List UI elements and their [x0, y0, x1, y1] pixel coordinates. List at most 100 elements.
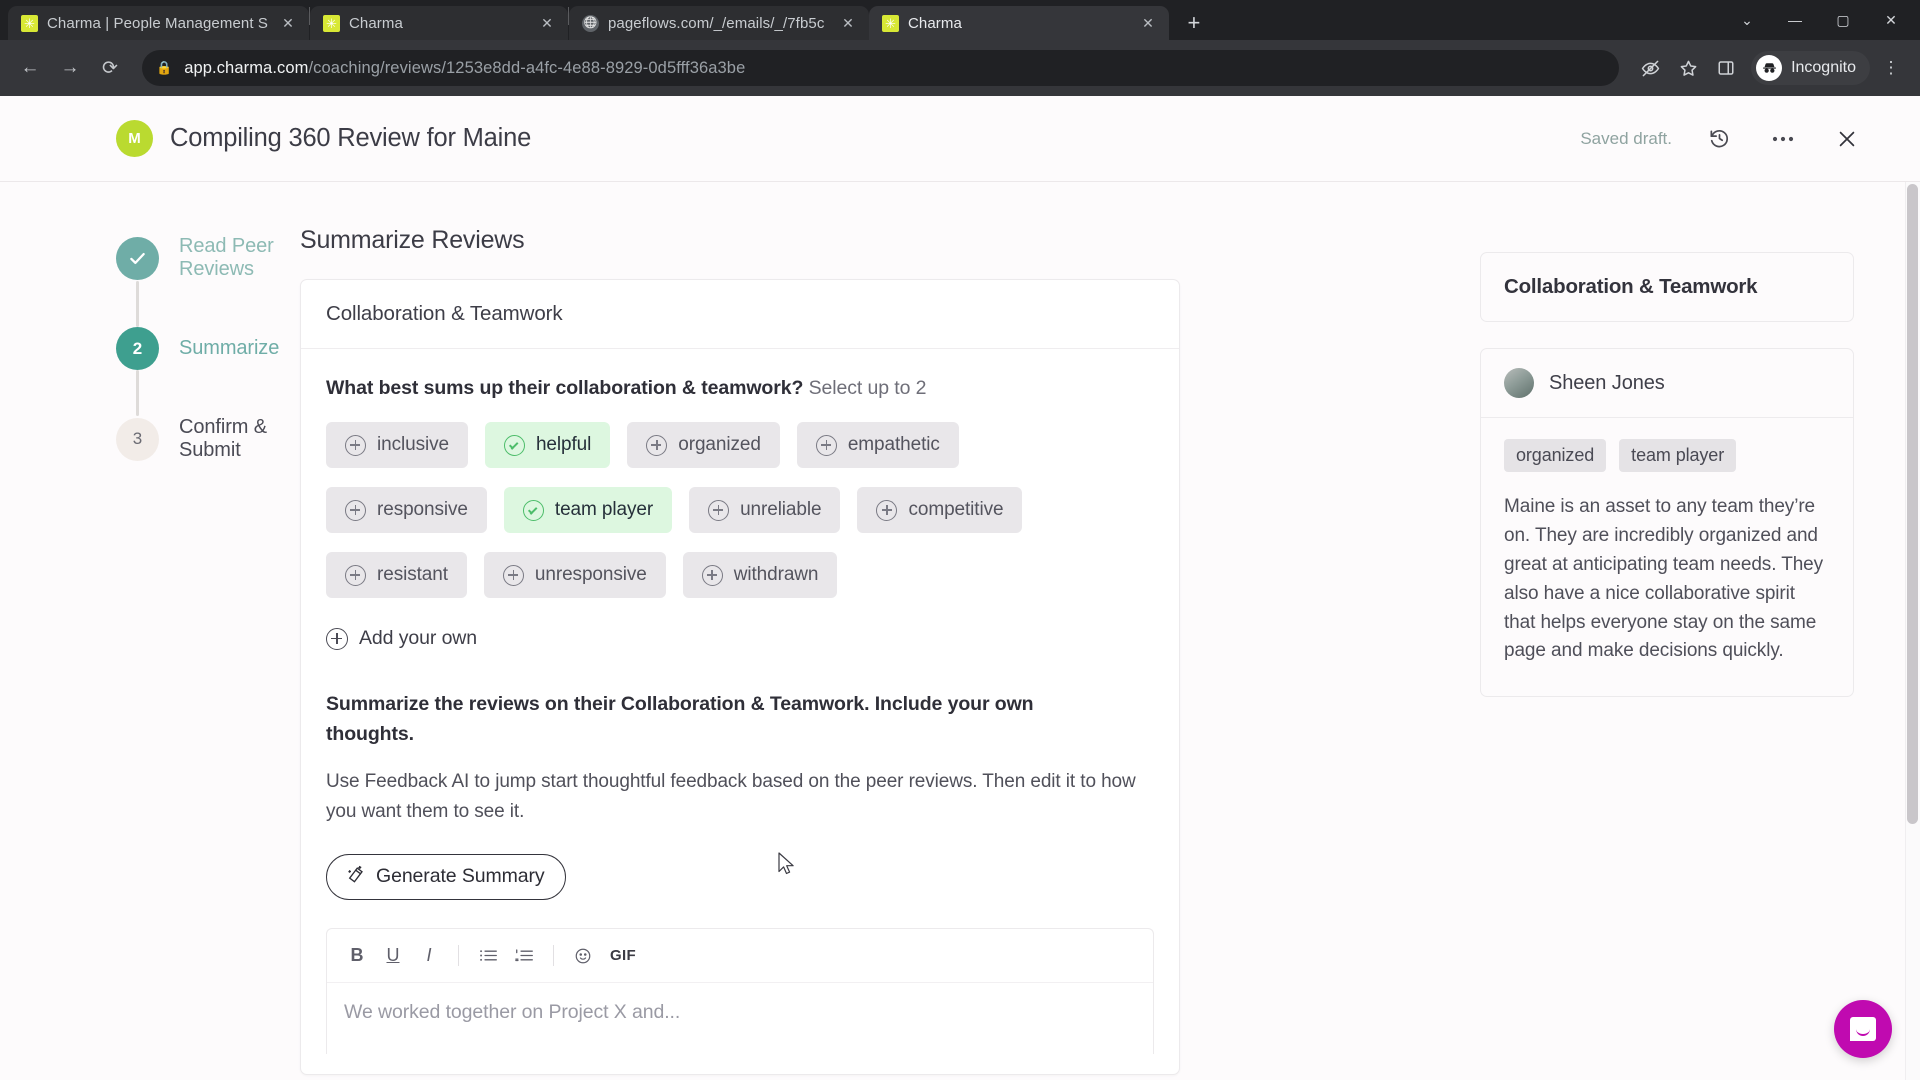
emoji-button[interactable]	[567, 941, 599, 971]
summary-prompt-description: Use Feedback AI to jump start thoughtful…	[326, 771, 1136, 822]
tab-search-icon[interactable]: ⌄	[1724, 0, 1770, 40]
panel-title: Collaboration & Teamwork	[1504, 275, 1758, 298]
window-close-button[interactable]: ✕	[1868, 0, 1914, 40]
add-your-own-label: Add your own	[359, 627, 478, 649]
numbered-list-button[interactable]	[508, 941, 540, 971]
tab-close-icon[interactable]: ✕	[1137, 12, 1159, 34]
chip-resistant[interactable]: resistant	[326, 552, 467, 598]
header-actions: Saved draft.	[1580, 122, 1864, 156]
chip-organized[interactable]: organized	[627, 422, 780, 468]
browser-tab-2[interactable]: Charma ✕	[309, 6, 568, 40]
star-icon[interactable]	[1671, 51, 1705, 85]
summary-textarea[interactable]: We worked together on Project X and...	[327, 983, 1153, 1054]
chip-withdrawn[interactable]: withdrawn	[682, 552, 838, 598]
saved-draft-status: Saved draft.	[1580, 128, 1672, 148]
chip-label: withdrawn	[733, 564, 819, 585]
chip-inclusive[interactable]: inclusive	[326, 422, 468, 468]
tab-close-icon[interactable]: ✕	[837, 12, 859, 34]
page-viewport: M Compiling 360 Review for Maine Saved d…	[0, 96, 1920, 1080]
forward-button[interactable]: →	[52, 50, 88, 86]
step-connector	[136, 281, 139, 327]
avatar: M	[116, 120, 153, 157]
chip-competitive[interactable]: competitive	[857, 487, 1023, 533]
chip-unreliable[interactable]: unreliable	[689, 487, 841, 533]
url-path: /coaching/reviews/1253e8dd-a4fc-4e88-892…	[308, 58, 746, 77]
question-main: What best sums up their collaboration & …	[326, 377, 804, 399]
browser-toolbar: ← → ⟳ 🔒 app.charma.com/coaching/reviews/…	[0, 40, 1920, 96]
tab-title: Charma	[348, 14, 403, 32]
incognito-profile-button[interactable]: Incognito	[1751, 51, 1870, 85]
charma-star-icon	[881, 14, 899, 32]
kebab-menu-icon[interactable]: ⋮	[1874, 51, 1908, 85]
step-read-peer-reviews[interactable]: Read Peer Reviews	[116, 235, 300, 281]
history-revert-icon[interactable]	[1702, 122, 1736, 156]
page-title: Compiling 360 Review for Maine	[170, 124, 532, 152]
chip-label: inclusive	[377, 434, 449, 455]
eye-off-icon[interactable]	[1633, 51, 1667, 85]
chip-empathetic[interactable]: empathetic	[796, 422, 959, 468]
chip-responsive[interactable]: responsive	[326, 487, 487, 533]
intercom-chat-launcher[interactable]	[1834, 1000, 1892, 1058]
add-your-own-button[interactable]: Add your own	[326, 621, 477, 656]
reviewer-avatar	[1504, 368, 1534, 398]
progress-stepper: Read Peer Reviews 2 Summarize 3 Confirm …	[0, 226, 300, 1080]
plus-circle-icon	[345, 434, 366, 456]
gif-button[interactable]: GIF	[603, 941, 643, 971]
page-scrollbar[interactable]	[1905, 182, 1920, 1080]
plus-circle-icon	[701, 564, 723, 586]
page-scrollbar-thumb[interactable]	[1907, 184, 1918, 824]
card-body: What best sums up their collaboration & …	[301, 349, 1179, 1074]
back-button[interactable]: ←	[12, 50, 48, 86]
peer-review-card: Sheen Jones organized team player Maine …	[1480, 348, 1854, 698]
minimize-button[interactable]: —	[1772, 0, 1818, 40]
browser-tab-1[interactable]: Charma | People Management S ✕	[8, 6, 309, 40]
step-summarize[interactable]: 2 Summarize	[116, 327, 300, 370]
url-host: app.charma.com	[184, 58, 309, 77]
chip-label: responsive	[377, 499, 468, 520]
chip-unresponsive[interactable]: unresponsive	[483, 552, 666, 598]
bulleted-list-button[interactable]	[472, 941, 504, 971]
chip-label: helpful	[535, 434, 592, 455]
check-circle-icon	[503, 434, 525, 456]
reload-button[interactable]: ⟳	[92, 50, 128, 86]
address-bar[interactable]: 🔒 app.charma.com/coaching/reviews/1253e8…	[142, 50, 1620, 86]
close-icon[interactable]	[1830, 122, 1864, 156]
chip-label: competitive	[908, 499, 1004, 520]
main-column: Summarize Reviews Collaboration & Teamwo…	[300, 226, 1480, 1080]
more-horizontal-icon[interactable]	[1766, 122, 1800, 156]
chip-label: empathetic	[847, 434, 940, 455]
step-label: Read Peer Reviews	[179, 235, 274, 280]
step-marker	[116, 236, 159, 280]
bold-button[interactable]: B	[341, 941, 373, 971]
review-body: Maine is an asset to any team they’re on…	[1504, 496, 1824, 662]
chip-label: organized	[678, 434, 761, 455]
browser-tab-4-active[interactable]: Charma ✕	[868, 6, 1169, 40]
window-controls: ⌄ — ▢ ✕	[1724, 0, 1920, 40]
question-hint: Select up to 2	[808, 377, 927, 399]
peer-review-panel: Collaboration & Teamwork Sheen Jones org…	[1480, 226, 1920, 1080]
generate-summary-button[interactable]: Generate Summary	[326, 853, 566, 900]
chip-row-3: resistant unresponsive withdrawn	[326, 552, 1154, 598]
chip-row-1: inclusive helpful organized empathetic	[326, 422, 1154, 468]
charma-star-icon	[322, 14, 340, 32]
tab-close-icon[interactable]: ✕	[277, 12, 299, 34]
review-tag: organized	[1504, 439, 1607, 472]
maximize-button[interactable]: ▢	[1820, 0, 1866, 40]
chip-label: resistant	[377, 564, 448, 585]
tab-close-icon[interactable]: ✕	[536, 12, 558, 34]
tab-title: pageflows.com/_/emails/_/7fb5c	[607, 14, 825, 32]
plus-circle-icon	[876, 499, 898, 521]
side-panel-icon[interactable]	[1709, 51, 1743, 85]
tab-title: Charma	[907, 14, 962, 32]
chip-helpful[interactable]: helpful	[484, 422, 611, 468]
chip-team-player[interactable]: team player	[503, 487, 673, 533]
section-title: Summarize Reviews	[300, 226, 525, 254]
reviewer-name: Sheen Jones	[1549, 371, 1665, 394]
browser-tab-3[interactable]: pageflows.com/_/emails/_/7fb5c ✕	[568, 6, 869, 40]
new-tab-button[interactable]: +	[1177, 6, 1211, 40]
underline-button[interactable]: U	[377, 941, 409, 971]
step-confirm-submit[interactable]: 3 Confirm & Submit	[116, 416, 300, 462]
chip-label: unreliable	[740, 499, 822, 520]
italic-button[interactable]: I	[413, 941, 445, 971]
magic-wand-icon	[345, 864, 367, 890]
